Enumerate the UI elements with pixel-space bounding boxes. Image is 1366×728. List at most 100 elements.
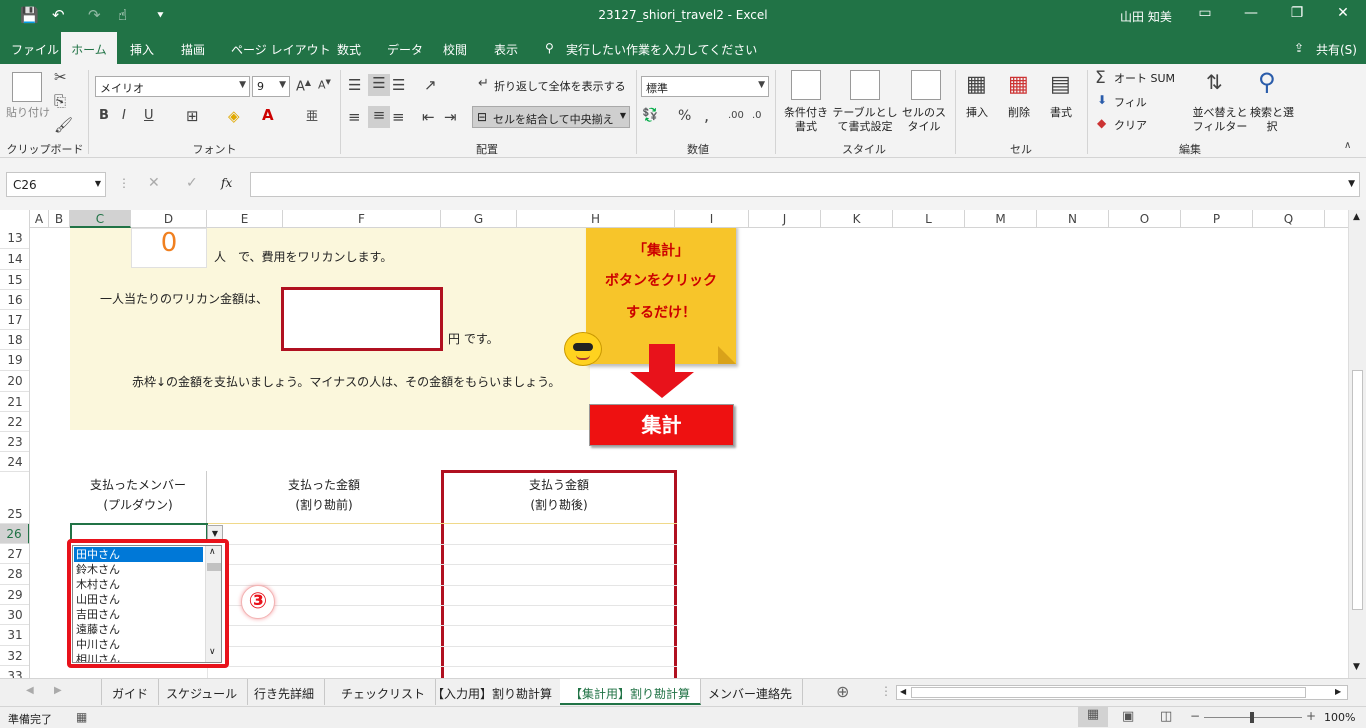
wrap-text-button[interactable]: 折り返して全体を表示する: [494, 80, 626, 94]
merge-center-button[interactable]: ⊟ セルを結合して中央揃え ▼: [472, 106, 630, 128]
increase-decimal-icon[interactable]: .00: [728, 110, 744, 121]
collapse-ribbon-icon[interactable]: ∧: [1344, 140, 1351, 151]
merge-dropdown-icon[interactable]: ▼: [620, 111, 626, 120]
scroll-right-icon[interactable]: ▶: [1335, 687, 1341, 696]
find-select-button[interactable]: 検索と選択: [1250, 106, 1294, 134]
grow-font-icon[interactable]: A▲: [296, 78, 311, 94]
delete-cells-button[interactable]: 削除: [1008, 106, 1030, 120]
percent-button[interactable]: %: [678, 108, 691, 124]
dropdown-list[interactable]: 田中さん 鈴木さん 木村さん 山田さん 吉田さん 遠藤さん 中川さん 相川さん …: [72, 545, 222, 663]
paste-button[interactable]: 貼り付け: [6, 106, 50, 120]
sheet-tab[interactable]: スケジュール: [156, 679, 249, 705]
insert-function-button[interactable]: fx: [221, 176, 232, 190]
column-header-b[interactable]: B: [49, 210, 70, 228]
dropdown-scrollbar[interactable]: ∧ ∨: [205, 546, 221, 662]
row-header[interactable]: 32: [0, 646, 29, 666]
insert-cells-icon[interactable]: ▦: [966, 72, 987, 97]
close-button[interactable]: ✕: [1328, 5, 1358, 21]
clear-button[interactable]: クリア: [1114, 119, 1147, 133]
tab-data[interactable]: データ: [387, 41, 423, 58]
vertical-scrollbar[interactable]: ▲ ▼: [1348, 210, 1366, 678]
sheet-tab-active[interactable]: 【集計用】割り勘計算: [560, 679, 702, 705]
sheet-tab[interactable]: 【入力用】割り勘計算: [422, 679, 564, 705]
macro-record-icon[interactable]: ▦: [76, 710, 87, 724]
row-header[interactable]: 20: [0, 371, 29, 392]
column-header-n[interactable]: N: [1037, 210, 1109, 228]
next-sheet-icon[interactable]: ▶: [54, 685, 62, 696]
sheet-tab[interactable]: 行き先詳細: [244, 679, 326, 705]
column-header-h[interactable]: H: [517, 210, 675, 228]
dropdown-option[interactable]: 吉田さん: [76, 607, 120, 622]
dropdown-option[interactable]: 中川さん: [76, 637, 120, 652]
vertical-scroll-thumb[interactable]: [1352, 370, 1363, 610]
underline-button[interactable]: U: [144, 108, 154, 123]
row-header[interactable]: 21: [0, 392, 29, 412]
autosum-button[interactable]: オート SUM: [1114, 72, 1175, 86]
align-bottom-icon[interactable]: ☰: [392, 76, 405, 94]
minimize-button[interactable]: —: [1236, 5, 1266, 21]
sort-filter-icon[interactable]: ⇅: [1206, 70, 1223, 94]
format-table-icon[interactable]: [850, 70, 880, 100]
row-header[interactable]: 31: [0, 625, 29, 646]
row-header[interactable]: 18: [0, 330, 29, 350]
insert-cells-button[interactable]: 挿入: [966, 106, 988, 120]
row-header[interactable]: 23: [0, 432, 29, 452]
orientation-icon[interactable]: ↗: [424, 76, 437, 94]
formula-input[interactable]: ▼: [250, 172, 1360, 197]
ribbon-display-icon[interactable]: ▭: [1190, 5, 1220, 21]
cell-styles-icon[interactable]: [911, 70, 941, 100]
tab-home[interactable]: ホーム: [61, 32, 117, 64]
row-header[interactable]: 16: [0, 290, 29, 310]
user-name[interactable]: 山田 知美: [1120, 8, 1172, 25]
align-center-icon[interactable]: ≡: [368, 106, 390, 128]
row-header[interactable]: 13: [0, 228, 29, 249]
fill-icon[interactable]: ⬇: [1097, 93, 1107, 107]
tab-split-icon[interactable]: ⋮: [880, 684, 892, 698]
column-header-f[interactable]: F: [283, 210, 441, 228]
row-header[interactable]: 14: [0, 249, 29, 270]
row-header[interactable]: 28: [0, 564, 29, 585]
column-header-p[interactable]: P: [1181, 210, 1253, 228]
decrease-decimal-icon[interactable]: .0: [752, 110, 762, 121]
scroll-down-icon[interactable]: ∨: [209, 647, 216, 657]
format-table-button[interactable]: テーブルとして書式設定: [830, 106, 900, 134]
scroll-down-icon[interactable]: ▼: [1353, 662, 1360, 672]
currency-icon[interactable]: 💱: [642, 108, 658, 123]
name-box[interactable]: C26 ▼: [6, 172, 106, 197]
column-header-a[interactable]: A: [30, 210, 49, 228]
sheet-tab[interactable]: ガイド: [101, 679, 160, 705]
row-header[interactable]: 15: [0, 270, 29, 290]
column-header-e[interactable]: E: [207, 210, 283, 228]
dropdown-option[interactable]: 遠藤さん: [76, 622, 120, 637]
format-painter-icon[interactable]: 🖌: [54, 116, 73, 134]
zoom-level[interactable]: 100%: [1324, 711, 1355, 724]
tab-review[interactable]: 校閲: [443, 41, 467, 58]
column-header-k[interactable]: K: [821, 210, 893, 228]
dropdown-option[interactable]: 鈴木さん: [76, 562, 120, 577]
increase-indent-icon[interactable]: ⇥: [444, 108, 457, 126]
row-header[interactable]: 29: [0, 585, 29, 605]
align-middle-icon[interactable]: ☰: [368, 74, 390, 96]
row-header[interactable]: 33: [0, 666, 29, 678]
conditional-format-icon[interactable]: [791, 70, 821, 100]
number-format-select[interactable]: 標準 ▼: [641, 76, 769, 97]
sheet-tab[interactable]: メンバー連絡先: [698, 679, 804, 705]
copy-icon[interactable]: ⎘: [54, 92, 66, 110]
row-header[interactable]: 22: [0, 412, 29, 432]
conditional-format-button[interactable]: 条件付き書式: [780, 106, 832, 134]
tab-formulas[interactable]: 数式: [337, 41, 361, 58]
cell-styles-button[interactable]: セルのスタイル: [898, 106, 950, 134]
font-color-icon[interactable]: A: [262, 106, 274, 124]
dropdown-option[interactable]: 田中さん: [74, 547, 203, 562]
format-cells-icon[interactable]: ▤: [1050, 72, 1071, 97]
sort-filter-button[interactable]: 並べ替えとフィルター: [1190, 106, 1250, 134]
row-header[interactable]: 25: [0, 472, 29, 524]
align-right-icon[interactable]: ≡: [392, 108, 405, 126]
per-person-amount-cell[interactable]: [281, 287, 443, 351]
horizontal-scrollbar[interactable]: ◀ ▶: [896, 685, 1348, 700]
tab-page-layout[interactable]: ページ レイアウト: [231, 41, 331, 58]
column-header-q[interactable]: Q: [1253, 210, 1325, 228]
worksheet[interactable]: 0 人 で、費用をワリカンします。 一人当たりのワリカン金額は、 円 です。 赤…: [30, 228, 1348, 678]
tab-file[interactable]: ファイル: [11, 41, 59, 58]
select-all-corner[interactable]: [0, 210, 30, 228]
